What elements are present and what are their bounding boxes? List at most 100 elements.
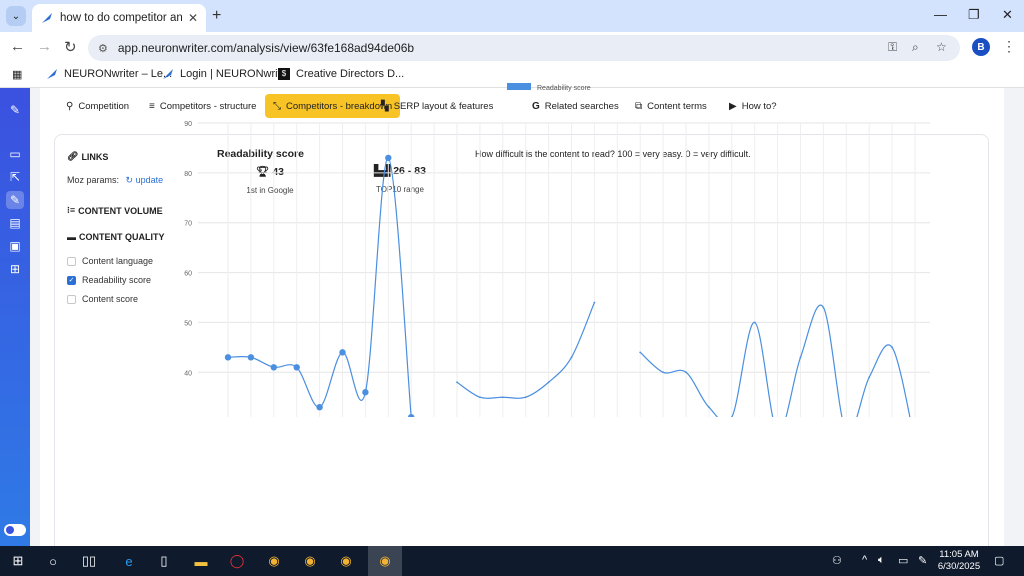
checkbox-box[interactable] — [67, 256, 76, 266]
content-quality-heading[interactable]: ▬ CONTENT QUALITY — [67, 232, 165, 242]
legend-label: Readability score — [537, 85, 591, 92]
browser-tabstrip: ⌄ how to do competitor analysis ✕ + — ❐ … — [0, 0, 1024, 32]
data-point — [339, 349, 346, 356]
links-heading[interactable]: 🔗︎ LINKS — [67, 151, 108, 162]
windows-taskbar: ⊞ ○ ▯▯ e ▯ ▬ ◯ ◉ ◉ ◉ ◉ ⚇ ^ 🔈︎ ▭ ✎ 11:05 … — [0, 546, 1024, 576]
bookmark-star-icon[interactable]: ☆ — [936, 40, 947, 54]
data-point — [753, 321, 756, 324]
restore-icon[interactable]: ❐ — [968, 7, 980, 23]
checkbox-readability-score[interactable]: ✓ Readability score — [67, 275, 151, 285]
volume-list-icon: ⁝≡ — [67, 205, 76, 215]
data-point — [868, 376, 871, 379]
chart-icon: ⚲ — [66, 100, 74, 112]
reload-icon[interactable]: ↻ — [64, 38, 77, 56]
refresh-icon: ↻ — [125, 175, 134, 185]
data-point — [293, 364, 300, 371]
neuronwriter-favicon-icon — [42, 13, 52, 23]
data-point — [685, 371, 687, 374]
chrome-profile-icon[interactable]: ◉ — [336, 552, 356, 570]
bookmark-neuronwriter[interactable]: NEURONwriter – Le... — [46, 68, 172, 80]
tab-search-button[interactable]: ⌄ — [6, 6, 26, 26]
task-view-icon[interactable]: ▯▯ — [80, 552, 98, 570]
file-explorer-icon[interactable]: ▬ — [192, 552, 210, 570]
notification-icon[interactable]: ▢ — [994, 554, 1004, 567]
people-icon[interactable]: ⚇ — [832, 554, 842, 567]
data-point — [247, 354, 255, 361]
chrome-profile-icon[interactable]: ◉ — [300, 552, 320, 570]
moz-update-link[interactable]: ↻ update — [126, 175, 164, 185]
forward-icon[interactable]: → — [37, 38, 52, 55]
data-point — [270, 364, 277, 371]
minimize-icon[interactable]: — — [934, 7, 947, 22]
data-point — [799, 356, 802, 359]
search-icon[interactable]: ○ — [45, 552, 61, 570]
y-tick-label: 80 — [184, 171, 192, 178]
address-bar[interactable]: ⚙ app.neuronwriter.com/analysis/view/63f… — [88, 35, 960, 61]
data-point — [662, 371, 664, 374]
tab-close-icon[interactable]: ✕ — [188, 11, 198, 25]
quality-icon: ▬ — [67, 232, 76, 242]
data-point — [547, 381, 550, 384]
editor-feather-icon[interactable]: ✎ — [6, 191, 24, 209]
link-icon: 🔗︎ — [67, 151, 79, 161]
data-point — [224, 354, 232, 361]
legend-swatch — [507, 83, 531, 90]
data-point — [708, 406, 710, 409]
browser-tab[interactable]: how to do competitor analysis ✕ — [32, 4, 206, 32]
edge-icon[interactable]: e — [120, 552, 138, 570]
chrome-active-icon[interactable]: ◉ — [368, 546, 402, 576]
folder-icon[interactable]: ▭ — [6, 145, 24, 163]
windows-start-icon[interactable]: ⊞ — [10, 552, 26, 570]
share-icon[interactable]: ⇱ — [6, 168, 24, 186]
content-volume-heading[interactable]: ⁝≡ CONTENT VOLUME — [67, 205, 163, 216]
gift-icon[interactable]: ⊞ — [6, 260, 24, 278]
moz-params: Moz params: ↻ update — [67, 175, 164, 185]
data-point — [385, 154, 392, 162]
readability-chart: Readability score2030405060708090 — [184, 83, 930, 417]
chrome-icon[interactable]: ◉ — [264, 552, 284, 570]
id-card-icon[interactable]: ▣ — [6, 237, 24, 255]
volume-icon[interactable]: 🔈︎ — [878, 554, 885, 567]
data-point — [822, 306, 825, 309]
new-tab-button[interactable]: + — [212, 7, 221, 25]
data-point — [479, 396, 481, 399]
y-tick-label: 70 — [184, 221, 192, 228]
site-info-icon[interactable]: ⚙ — [98, 42, 108, 55]
zoom-icon[interactable]: ⌕ — [912, 40, 919, 55]
checkbox-content-language[interactable]: Content language — [67, 256, 153, 266]
left-rail: ✎ ▭ ⇱ ✎ ▤ ▣ ⊞ — [0, 88, 30, 546]
neuron-logo-icon[interactable]: ✎ — [6, 101, 24, 119]
opera-icon[interactable]: ◯ — [228, 552, 246, 570]
tray-chevron-icon[interactable]: ^ — [862, 554, 867, 566]
password-key-icon[interactable]: ⚿ — [888, 40, 897, 55]
data-point — [501, 396, 504, 399]
browser-menu-icon[interactable]: ⋮ — [1002, 38, 1016, 55]
data-point — [891, 346, 893, 349]
data-point — [362, 389, 369, 396]
data-point — [524, 396, 527, 399]
y-tick-label: 90 — [184, 121, 192, 128]
data-point — [593, 301, 596, 304]
checkbox-box[interactable]: ✓ — [67, 275, 76, 285]
data-point — [639, 351, 642, 354]
clipboard-icon[interactable]: ▤ — [6, 214, 24, 232]
system-clock[interactable]: 11:05 AM 6/30/2025 — [936, 549, 982, 573]
apps-grid-icon[interactable]: ▦ — [12, 68, 22, 81]
back-icon[interactable]: ← — [10, 38, 25, 55]
y-tick-label: 50 — [184, 320, 192, 327]
data-point — [316, 403, 323, 411]
file-icon[interactable]: ▯ — [157, 552, 171, 570]
tab-competition[interactable]: ⚲ Competition — [58, 94, 137, 118]
data-point — [570, 356, 573, 359]
url-text: app.neuronwriter.com/analysis/view/63fe1… — [117, 41, 415, 55]
window-close-icon[interactable]: ✕ — [1002, 7, 1013, 23]
battery-icon[interactable]: ▭ — [898, 554, 908, 567]
checkbox-content-score[interactable]: Content score — [67, 294, 138, 304]
feather-icon — [47, 69, 57, 79]
y-tick-label: 60 — [184, 271, 192, 278]
profile-avatar[interactable]: B — [972, 38, 990, 56]
theme-toggle[interactable] — [4, 524, 26, 536]
pen-icon[interactable]: ✎ — [918, 554, 927, 567]
checkbox-box[interactable] — [67, 294, 76, 304]
tab-title: how to do competitor analysis — [60, 12, 182, 24]
